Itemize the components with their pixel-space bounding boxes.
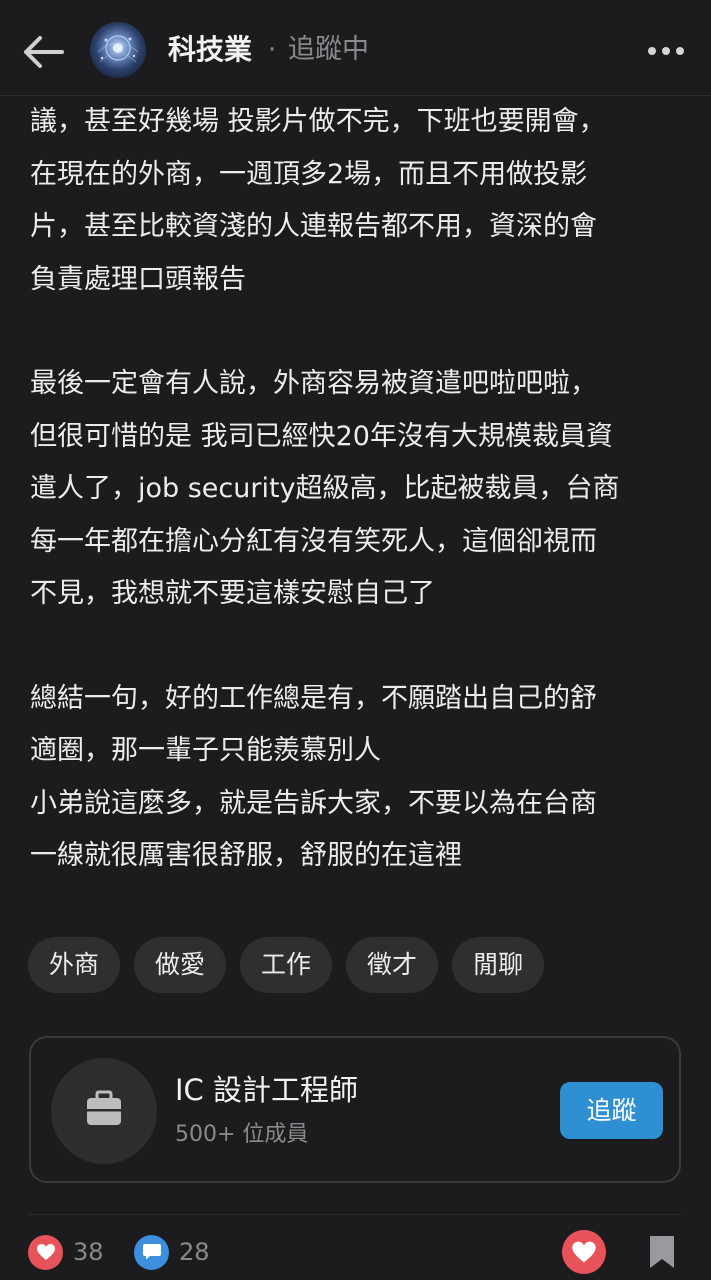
tag-chip[interactable]: 閒聊	[452, 937, 545, 993]
more-options-icon[interactable]	[646, 38, 686, 64]
post-content: 議，甚至好幾場 投影片做不完，下班也要開會， 在現在的外商，一週頂多2場，而且不…	[30, 96, 690, 883]
tag-chip[interactable]: 外商	[28, 937, 121, 993]
text-line: 總結一句，好的工作總是有，不願踏出自己的舒	[30, 682, 597, 714]
board-card-members: 500+ 位成員	[175, 1122, 309, 1147]
like-count-group[interactable]: 38	[28, 1232, 104, 1272]
header-separator: ·	[268, 35, 277, 65]
board-card-avatar	[51, 1058, 157, 1164]
board-name[interactable]: 科技業	[168, 31, 252, 69]
text-line: 小弟說這麼多，就是告訴大家，不要以為在台商	[30, 787, 597, 819]
board-card-title: IC 設計工程師	[175, 1073, 359, 1107]
tag-chip[interactable]: 工作	[240, 937, 333, 993]
text-line: 負責處理口頭報告	[30, 263, 246, 295]
follow-status[interactable]: 追蹤中	[288, 31, 369, 69]
tag-chip[interactable]: 做愛	[134, 937, 227, 993]
heart-icon	[28, 1234, 63, 1270]
footer-divider	[29, 1214, 681, 1215]
follow-button[interactable]: 追蹤	[560, 1082, 663, 1139]
back-arrow-icon[interactable]	[20, 30, 68, 74]
tag-chip[interactable]: 徵才	[346, 937, 439, 993]
comment-count: 28	[179, 1238, 210, 1266]
briefcase-icon	[87, 1090, 121, 1125]
text-line: 片，甚至比較資淺的人連報告都不用，資深的會	[30, 211, 597, 242]
board-card[interactable]: IC 設計工程師 500+ 位成員 追蹤	[29, 1036, 681, 1183]
text-line: 不見，我想就不要這樣安慰自己了	[30, 578, 435, 609]
text-line: 在現在的外商，一週頂多2場，而且不用做投影	[30, 158, 588, 190]
text-line: 遣人了，job security超級高，比起被裁員，台商	[30, 473, 620, 504]
top-bar: 科技業 · 追蹤中	[0, 0, 711, 96]
comment-count-group[interactable]: 28	[134, 1232, 210, 1272]
tag-list: 外商 做愛 工作 徵才 閒聊	[28, 937, 545, 993]
text-line: 但很可惜的是 我司已經快20年沒有大規模裁員資	[30, 420, 613, 452]
like-count: 38	[73, 1238, 104, 1266]
like-button-heart-icon[interactable]	[562, 1230, 606, 1274]
text-line: 最後一定會有人說，外商容易被資遣吧啦吧啦，	[30, 368, 597, 399]
text-line: 每一年都在擔心分紅有沒有笑死人，這個卻視而	[30, 525, 597, 557]
comment-icon	[134, 1234, 169, 1270]
action-bar: 38 28	[0, 1228, 711, 1276]
post-paragraph: 總結一句，好的工作總是有，不願踏出自己的舒 適圈，那一輩子只能羨慕別人 小弟說這…	[30, 673, 690, 883]
board-avatar[interactable]	[90, 22, 146, 78]
post-paragraph: 議，甚至好幾場 投影片做不完，下班也要開會， 在現在的外商，一週頂多2場，而且不…	[30, 96, 690, 306]
text-line: 適圈，那一輩子只能羨慕別人	[30, 735, 381, 766]
bookmark-icon[interactable]	[648, 1234, 676, 1270]
post-paragraph: 最後一定會有人說，外商容易被資遣吧啦吧啦， 但很可惜的是 我司已經快20年沒有大…	[30, 358, 690, 621]
text-line: 一線就很厲害很舒服，舒服的在這裡	[30, 840, 462, 871]
text-line: 議，甚至好幾場 投影片做不完，下班也要開會，	[30, 106, 606, 137]
